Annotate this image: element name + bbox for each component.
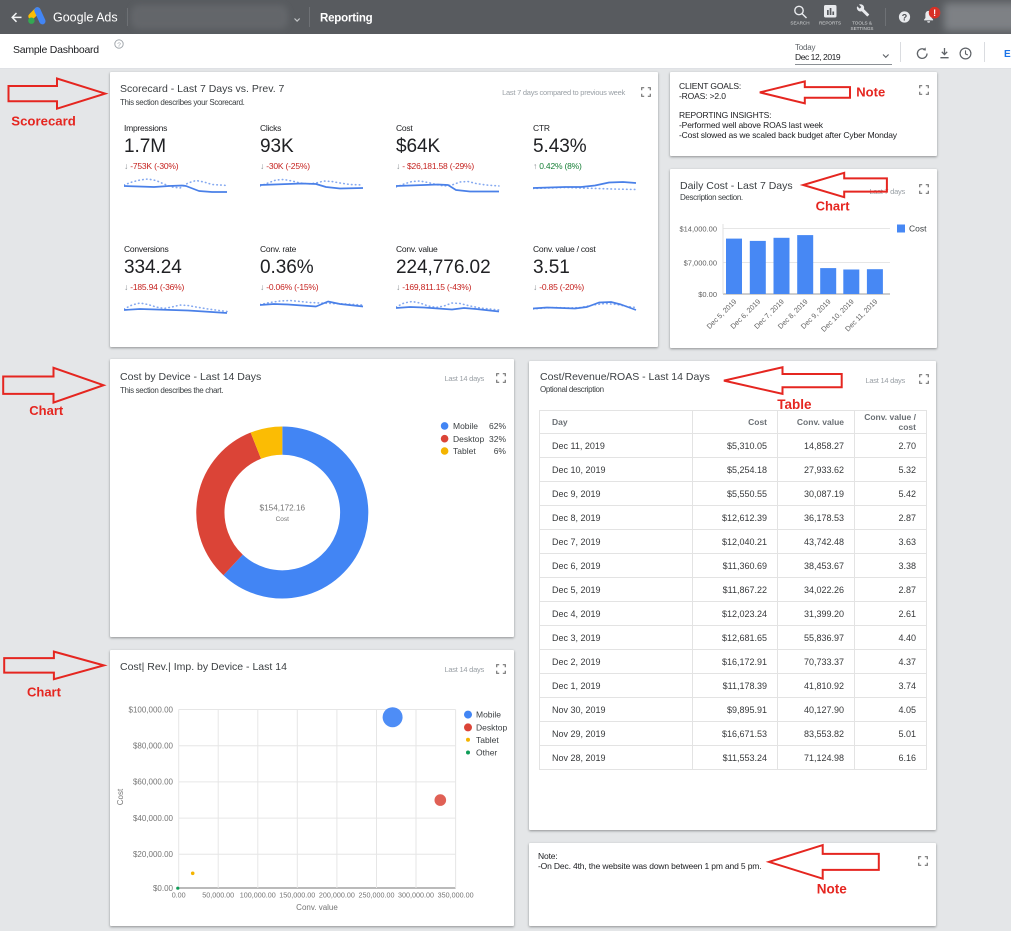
svg-text:Tablet: Tablet	[453, 446, 476, 456]
svg-text:$100,000.00: $100,000.00	[129, 705, 174, 714]
svg-text:200,000.00: 200,000.00	[319, 891, 355, 900]
svg-text:$14,000.00: $14,000.00	[679, 225, 717, 234]
svg-text:100,000.00: 100,000.00	[240, 891, 276, 900]
svg-text:350,000.00: 350,000.00	[438, 891, 474, 900]
svg-text:Desktop: Desktop	[453, 434, 484, 444]
svg-text:Desktop: Desktop	[476, 723, 507, 733]
svg-text:Cost: Cost	[276, 516, 290, 523]
svg-text:$7,000.00: $7,000.00	[684, 259, 717, 268]
svg-text:$0.00: $0.00	[698, 290, 717, 299]
svg-text:Cost: Cost	[116, 788, 125, 805]
svg-text:$60,000.00: $60,000.00	[133, 778, 174, 787]
svg-text:$80,000.00: $80,000.00	[133, 742, 174, 751]
svg-text:!: !	[933, 8, 936, 18]
svg-text:Reporting: Reporting	[320, 13, 373, 25]
svg-text:Scorecard: Scorecard	[11, 114, 76, 129]
svg-text:SETTINGS: SETTINGS	[851, 26, 874, 31]
svg-text:TOOLS &: TOOLS &	[852, 21, 872, 26]
svg-text:$20,000.00: $20,000.00	[133, 850, 174, 859]
svg-text:SEARCH: SEARCH	[790, 21, 809, 26]
svg-text:Conv. value: Conv. value	[296, 903, 338, 912]
svg-text:300,000.00: 300,000.00	[398, 891, 434, 900]
svg-text:Chart: Chart	[29, 403, 64, 418]
svg-text:6%: 6%	[494, 446, 507, 456]
svg-text:REPORTS: REPORTS	[819, 21, 841, 26]
svg-text:$40,000.00: $40,000.00	[133, 814, 174, 823]
svg-text:150,000.00: 150,000.00	[279, 891, 315, 900]
svg-text:62%: 62%	[489, 421, 506, 431]
svg-text:$0.00: $0.00	[153, 884, 174, 893]
svg-text:?: ?	[117, 42, 121, 49]
svg-text:Mobile: Mobile	[476, 710, 501, 720]
svg-text:50,000.00: 50,000.00	[202, 891, 234, 900]
svg-text:Chart: Chart	[27, 685, 62, 700]
svg-text:?: ?	[902, 13, 908, 23]
svg-text:0.00: 0.00	[172, 891, 186, 900]
svg-text:Other: Other	[476, 748, 497, 758]
svg-text:Cost: Cost	[909, 224, 927, 234]
svg-text:Tablet: Tablet	[476, 735, 499, 745]
svg-text:250,000.00: 250,000.00	[359, 891, 395, 900]
svg-text:$154,172.16: $154,172.16	[260, 503, 306, 512]
svg-text:32%: 32%	[489, 434, 506, 444]
svg-text:Google Ads: Google Ads	[53, 11, 118, 25]
svg-text:Mobile: Mobile	[453, 421, 478, 431]
